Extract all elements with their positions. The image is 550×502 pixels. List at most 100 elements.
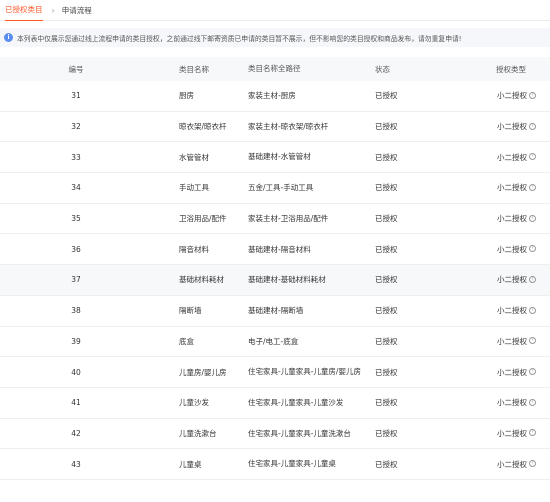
table-row[interactable]: 33 水管管材 基础建材-水管管材 已授权 小二授权? bbox=[0, 142, 550, 174]
row-auth-type-label: 小二授权 bbox=[497, 122, 527, 132]
row-id: 35 bbox=[71, 214, 81, 224]
row-auth-type: 小二授权? bbox=[493, 213, 550, 224]
row-category-name: 儿童沙发 bbox=[179, 398, 209, 408]
row-category-name: 底盒 bbox=[179, 336, 194, 346]
table-row[interactable]: 37 基础材料耗材 基础建材-基础材料耗材 已授权 小二授权? bbox=[0, 265, 550, 296]
row-auth-type: 小二授权? bbox=[493, 182, 550, 193]
table-row[interactable]: 36 隔音材料 基础建材-隔音材料 已授权 小二授权? bbox=[0, 234, 550, 266]
row-status: 已授权 bbox=[375, 275, 398, 285]
question-circle-icon[interactable]: ? bbox=[529, 183, 536, 191]
row-auth-type: 小二授权? bbox=[493, 459, 550, 470]
row-auth-type-label: 小二授权 bbox=[497, 91, 527, 101]
row-id: 39 bbox=[71, 336, 81, 346]
row-id: 38 bbox=[71, 306, 81, 316]
row-category-path: 住宅家具-儿童家具-儿童桌 bbox=[248, 459, 336, 469]
row-status: 已授权 bbox=[375, 367, 398, 377]
row-auth-type-label: 小二授权 bbox=[497, 152, 527, 162]
header-status: 状态 bbox=[375, 64, 390, 74]
question-circle-icon[interactable]: ? bbox=[529, 337, 536, 345]
row-category-name: 儿童房/婴儿房 bbox=[179, 367, 227, 377]
row-status: 已授权 bbox=[375, 428, 398, 438]
row-id: 42 bbox=[71, 428, 81, 438]
row-category-name: 隔音材料 bbox=[179, 244, 209, 254]
category-table: 编号 类目名称 类目名称全路径 状态 授权类型 31 厨房 家装主材-厨房 已授权 小二… bbox=[0, 57, 550, 480]
row-category-name: 隔断墙 bbox=[179, 306, 202, 316]
row-auth-type: 小二授权? bbox=[493, 305, 550, 316]
table-row[interactable]: 42 儿童洗漱台 住宅家具-儿童家具-儿童洗漱台 已授权 小二授权? bbox=[0, 419, 550, 450]
row-auth-type: 小二授权? bbox=[493, 367, 550, 378]
breadcrumb-apply-process[interactable]: 申请流程 bbox=[62, 5, 92, 16]
row-auth-type: 小二授权? bbox=[493, 90, 550, 101]
table-row[interactable]: 38 隔断墙 基础建材-隔断墙 已授权 小二授权? bbox=[0, 296, 550, 327]
table-row[interactable]: 43 儿童桌 住宅家具-儿童家具-儿童桌 已授权 小二授权? bbox=[0, 449, 550, 480]
question-circle-icon[interactable]: ? bbox=[529, 275, 536, 283]
row-auth-type: 小二授权? bbox=[493, 336, 550, 347]
question-circle-icon[interactable]: ? bbox=[529, 245, 536, 253]
row-category-path: 基础建材-水管管材 bbox=[248, 152, 311, 162]
row-status: 已授权 bbox=[375, 152, 398, 162]
row-id: 36 bbox=[71, 244, 81, 254]
question-circle-icon[interactable]: ? bbox=[529, 306, 536, 314]
row-status: 已授权 bbox=[375, 122, 398, 132]
row-auth-type-label: 小二授权 bbox=[497, 428, 527, 438]
table-row[interactable]: 34 手动工具 五金/工具-手动工具 已授权 小二授权? bbox=[0, 173, 550, 204]
row-auth-type-label: 小二授权 bbox=[497, 183, 527, 193]
row-status: 已授权 bbox=[375, 336, 398, 346]
breadcrumb-authorized-categories[interactable]: 已授权类目 bbox=[5, 0, 43, 21]
row-category-path: 基础建材-隔断墙 bbox=[248, 305, 304, 315]
table-row[interactable]: 39 底盒 电子/电工-底盒 已授权 小二授权? bbox=[0, 327, 550, 358]
row-id: 37 bbox=[71, 275, 81, 285]
row-id: 33 bbox=[71, 152, 81, 162]
question-circle-icon[interactable]: ? bbox=[529, 153, 536, 161]
row-category-name: 水管管材 bbox=[179, 152, 209, 162]
row-auth-type-label: 小二授权 bbox=[497, 398, 527, 408]
table-row[interactable]: 31 厨房 家装主材-厨房 已授权 小二授权? bbox=[0, 81, 550, 112]
row-id: 34 bbox=[71, 183, 81, 193]
row-category-name: 卫浴用品/配件 bbox=[179, 214, 227, 224]
table-header: 编号 类目名称 类目名称全路径 状态 授权类型 bbox=[0, 57, 550, 81]
row-auth-type: 小二授权? bbox=[493, 244, 550, 255]
row-status: 已授权 bbox=[375, 214, 398, 224]
row-category-path: 五金/工具-手动工具 bbox=[248, 183, 314, 193]
question-circle-icon[interactable]: ? bbox=[529, 398, 536, 406]
table-row[interactable]: 41 儿童沙发 住宅家具-儿童家具-儿童沙发 已授权 小二授权? bbox=[0, 388, 550, 419]
header-id: 编号 bbox=[68, 64, 84, 74]
row-status: 已授权 bbox=[375, 398, 398, 408]
row-id: 41 bbox=[71, 398, 81, 408]
row-auth-type: 小二授权? bbox=[493, 428, 550, 439]
row-status: 已授权 bbox=[375, 306, 398, 316]
question-circle-icon[interactable]: ? bbox=[529, 91, 536, 99]
row-id: 43 bbox=[71, 459, 81, 469]
row-category-path: 家装主材-卫浴用品/配件 bbox=[248, 213, 329, 223]
notice-banner: i 本列表中仅展示您通过线上流程申请的类目授权，之前通过线下邮寄资质已申请的类目… bbox=[0, 28, 550, 47]
row-id: 32 bbox=[71, 122, 81, 132]
table-row[interactable]: 40 儿童房/婴儿房 住宅家具-儿童家具-儿童房/婴儿房 已授权 小二授权? bbox=[0, 357, 550, 388]
row-auth-type: 小二授权? bbox=[493, 152, 550, 163]
row-auth-type-label: 小二授权 bbox=[497, 214, 527, 224]
header-auth-type: 授权类型 bbox=[496, 64, 526, 74]
table-row[interactable]: 32 晾衣架/晾衣杆 家装主材-晾衣架/晾衣杆 已授权 小二授权? bbox=[0, 112, 550, 143]
row-auth-type: 小二授权? bbox=[493, 397, 550, 408]
row-auth-type-label: 小二授权 bbox=[497, 244, 527, 254]
header-category-path: 类目名称全路径 bbox=[248, 64, 301, 74]
row-category-path: 住宅家具-儿童家具-儿童房/婴儿房 bbox=[248, 367, 361, 377]
info-icon: i bbox=[4, 33, 13, 42]
question-circle-icon[interactable]: ? bbox=[529, 429, 536, 437]
row-auth-type-label: 小二授权 bbox=[497, 459, 527, 469]
breadcrumb-separator: › bbox=[51, 5, 55, 15]
question-circle-icon[interactable]: ? bbox=[529, 122, 536, 130]
question-circle-icon[interactable]: ? bbox=[529, 460, 536, 468]
question-circle-icon[interactable]: ? bbox=[529, 368, 536, 376]
row-category-name: 厨房 bbox=[179, 91, 194, 101]
row-category-path: 基础建材-基础材料耗材 bbox=[248, 275, 326, 285]
row-category-name: 儿童桌 bbox=[179, 459, 202, 469]
row-category-name: 手动工具 bbox=[179, 183, 209, 193]
header-category-name: 类目名称 bbox=[179, 64, 209, 74]
row-status: 已授权 bbox=[375, 91, 398, 101]
row-category-path: 家装主材-厨房 bbox=[248, 91, 296, 101]
row-category-path: 住宅家具-儿童家具-儿童沙发 bbox=[248, 397, 344, 407]
row-category-path: 住宅家具-儿童家具-儿童洗漱台 bbox=[248, 428, 351, 438]
row-auth-type-label: 小二授权 bbox=[497, 367, 527, 377]
question-circle-icon[interactable]: ? bbox=[529, 214, 536, 222]
table-row[interactable]: 35 卫浴用品/配件 家装主材-卫浴用品/配件 已授权 小二授权? bbox=[0, 204, 550, 235]
